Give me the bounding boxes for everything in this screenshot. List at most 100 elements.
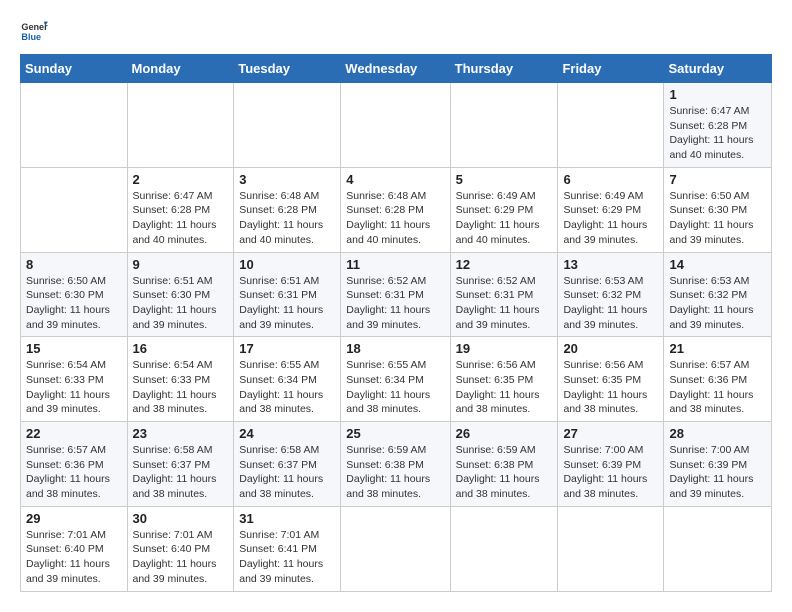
day-cell [234, 83, 341, 168]
day-cell: 5 Sunrise: 6:49 AMSunset: 6:29 PMDayligh… [450, 167, 558, 252]
day-info: Sunrise: 6:49 AMSunset: 6:29 PMDaylight:… [456, 189, 553, 248]
day-cell: 25 Sunrise: 6:59 AMSunset: 6:38 PMDaylig… [341, 422, 450, 507]
day-number: 4 [346, 172, 444, 187]
day-cell: 21 Sunrise: 6:57 AMSunset: 6:36 PMDaylig… [664, 337, 772, 422]
day-number: 23 [133, 426, 229, 441]
day-number: 13 [563, 257, 658, 272]
day-cell: 18 Sunrise: 6:55 AMSunset: 6:34 PMDaylig… [341, 337, 450, 422]
day-info: Sunrise: 6:53 AMSunset: 6:32 PMDaylight:… [563, 274, 658, 333]
day-number: 20 [563, 341, 658, 356]
day-info: Sunrise: 6:52 AMSunset: 6:31 PMDaylight:… [346, 274, 444, 333]
day-info: Sunrise: 6:55 AMSunset: 6:34 PMDaylight:… [346, 358, 444, 417]
day-cell: 29 Sunrise: 7:01 AMSunset: 6:40 PMDaylig… [21, 506, 128, 591]
week-row-6: 29 Sunrise: 7:01 AMSunset: 6:40 PMDaylig… [21, 506, 772, 591]
col-header-friday: Friday [558, 55, 664, 83]
day-cell: 10 Sunrise: 6:51 AMSunset: 6:31 PMDaylig… [234, 252, 341, 337]
day-number: 15 [26, 341, 122, 356]
week-row-5: 22 Sunrise: 6:57 AMSunset: 6:36 PMDaylig… [21, 422, 772, 507]
day-cell: 8 Sunrise: 6:50 AMSunset: 6:30 PMDayligh… [21, 252, 128, 337]
day-number: 1 [669, 87, 766, 102]
day-cell [664, 506, 772, 591]
svg-text:General: General [21, 22, 48, 32]
day-cell [558, 506, 664, 591]
day-cell: 15 Sunrise: 6:54 AMSunset: 6:33 PMDaylig… [21, 337, 128, 422]
week-row-4: 15 Sunrise: 6:54 AMSunset: 6:33 PMDaylig… [21, 337, 772, 422]
day-number: 26 [456, 426, 553, 441]
day-cell: 28 Sunrise: 7:00 AMSunset: 6:39 PMDaylig… [664, 422, 772, 507]
day-cell: 12 Sunrise: 6:52 AMSunset: 6:31 PMDaylig… [450, 252, 558, 337]
day-info: Sunrise: 6:52 AMSunset: 6:31 PMDaylight:… [456, 274, 553, 333]
logo: General Blue [20, 16, 52, 44]
day-cell [558, 83, 664, 168]
day-info: Sunrise: 6:51 AMSunset: 6:30 PMDaylight:… [133, 274, 229, 333]
day-info: Sunrise: 7:01 AMSunset: 6:40 PMDaylight:… [26, 528, 122, 587]
day-number: 2 [133, 172, 229, 187]
day-info: Sunrise: 6:48 AMSunset: 6:28 PMDaylight:… [346, 189, 444, 248]
col-header-tuesday: Tuesday [234, 55, 341, 83]
day-info: Sunrise: 6:54 AMSunset: 6:33 PMDaylight:… [133, 358, 229, 417]
day-cell [21, 167, 128, 252]
week-row-1: 1 Sunrise: 6:47 AMSunset: 6:28 PMDayligh… [21, 83, 772, 168]
day-cell: 22 Sunrise: 6:57 AMSunset: 6:36 PMDaylig… [21, 422, 128, 507]
day-info: Sunrise: 7:00 AMSunset: 6:39 PMDaylight:… [563, 443, 658, 502]
svg-text:Blue: Blue [21, 32, 41, 42]
header-row: SundayMondayTuesdayWednesdayThursdayFrid… [21, 55, 772, 83]
day-info: Sunrise: 7:01 AMSunset: 6:41 PMDaylight:… [239, 528, 335, 587]
day-number: 19 [456, 341, 553, 356]
day-cell: 27 Sunrise: 7:00 AMSunset: 6:39 PMDaylig… [558, 422, 664, 507]
day-number: 7 [669, 172, 766, 187]
day-cell: 14 Sunrise: 6:53 AMSunset: 6:32 PMDaylig… [664, 252, 772, 337]
day-cell: 24 Sunrise: 6:58 AMSunset: 6:37 PMDaylig… [234, 422, 341, 507]
day-number: 11 [346, 257, 444, 272]
page-header: General Blue [20, 16, 772, 44]
day-info: Sunrise: 6:58 AMSunset: 6:37 PMDaylight:… [133, 443, 229, 502]
col-header-monday: Monday [127, 55, 234, 83]
day-info: Sunrise: 6:54 AMSunset: 6:33 PMDaylight:… [26, 358, 122, 417]
day-cell [21, 83, 128, 168]
day-number: 24 [239, 426, 335, 441]
day-number: 10 [239, 257, 335, 272]
col-header-thursday: Thursday [450, 55, 558, 83]
day-cell: 13 Sunrise: 6:53 AMSunset: 6:32 PMDaylig… [558, 252, 664, 337]
day-cell [450, 506, 558, 591]
day-info: Sunrise: 6:59 AMSunset: 6:38 PMDaylight:… [456, 443, 553, 502]
week-row-2: 2 Sunrise: 6:47 AMSunset: 6:28 PMDayligh… [21, 167, 772, 252]
day-number: 30 [133, 511, 229, 526]
day-cell: 26 Sunrise: 6:59 AMSunset: 6:38 PMDaylig… [450, 422, 558, 507]
day-cell: 17 Sunrise: 6:55 AMSunset: 6:34 PMDaylig… [234, 337, 341, 422]
day-info: Sunrise: 6:48 AMSunset: 6:28 PMDaylight:… [239, 189, 335, 248]
day-cell: 16 Sunrise: 6:54 AMSunset: 6:33 PMDaylig… [127, 337, 234, 422]
col-header-saturday: Saturday [664, 55, 772, 83]
day-number: 12 [456, 257, 553, 272]
day-cell: 1 Sunrise: 6:47 AMSunset: 6:28 PMDayligh… [664, 83, 772, 168]
day-cell: 20 Sunrise: 6:56 AMSunset: 6:35 PMDaylig… [558, 337, 664, 422]
day-cell [127, 83, 234, 168]
day-cell: 4 Sunrise: 6:48 AMSunset: 6:28 PMDayligh… [341, 167, 450, 252]
day-cell [341, 506, 450, 591]
day-number: 9 [133, 257, 229, 272]
day-number: 31 [239, 511, 335, 526]
day-cell [450, 83, 558, 168]
day-cell: 30 Sunrise: 7:01 AMSunset: 6:40 PMDaylig… [127, 506, 234, 591]
col-header-wednesday: Wednesday [341, 55, 450, 83]
day-info: Sunrise: 6:59 AMSunset: 6:38 PMDaylight:… [346, 443, 444, 502]
col-header-sunday: Sunday [21, 55, 128, 83]
day-info: Sunrise: 6:55 AMSunset: 6:34 PMDaylight:… [239, 358, 335, 417]
day-cell: 9 Sunrise: 6:51 AMSunset: 6:30 PMDayligh… [127, 252, 234, 337]
week-row-3: 8 Sunrise: 6:50 AMSunset: 6:30 PMDayligh… [21, 252, 772, 337]
day-info: Sunrise: 7:00 AMSunset: 6:39 PMDaylight:… [669, 443, 766, 502]
day-cell: 2 Sunrise: 6:47 AMSunset: 6:28 PMDayligh… [127, 167, 234, 252]
day-number: 5 [456, 172, 553, 187]
day-info: Sunrise: 6:56 AMSunset: 6:35 PMDaylight:… [456, 358, 553, 417]
day-number: 18 [346, 341, 444, 356]
day-number: 8 [26, 257, 122, 272]
day-info: Sunrise: 6:50 AMSunset: 6:30 PMDaylight:… [669, 189, 766, 248]
day-cell: 3 Sunrise: 6:48 AMSunset: 6:28 PMDayligh… [234, 167, 341, 252]
day-info: Sunrise: 6:47 AMSunset: 6:28 PMDaylight:… [669, 104, 766, 163]
day-info: Sunrise: 6:57 AMSunset: 6:36 PMDaylight:… [26, 443, 122, 502]
day-info: Sunrise: 6:57 AMSunset: 6:36 PMDaylight:… [669, 358, 766, 417]
day-info: Sunrise: 6:51 AMSunset: 6:31 PMDaylight:… [239, 274, 335, 333]
day-cell: 19 Sunrise: 6:56 AMSunset: 6:35 PMDaylig… [450, 337, 558, 422]
day-number: 25 [346, 426, 444, 441]
day-cell: 7 Sunrise: 6:50 AMSunset: 6:30 PMDayligh… [664, 167, 772, 252]
